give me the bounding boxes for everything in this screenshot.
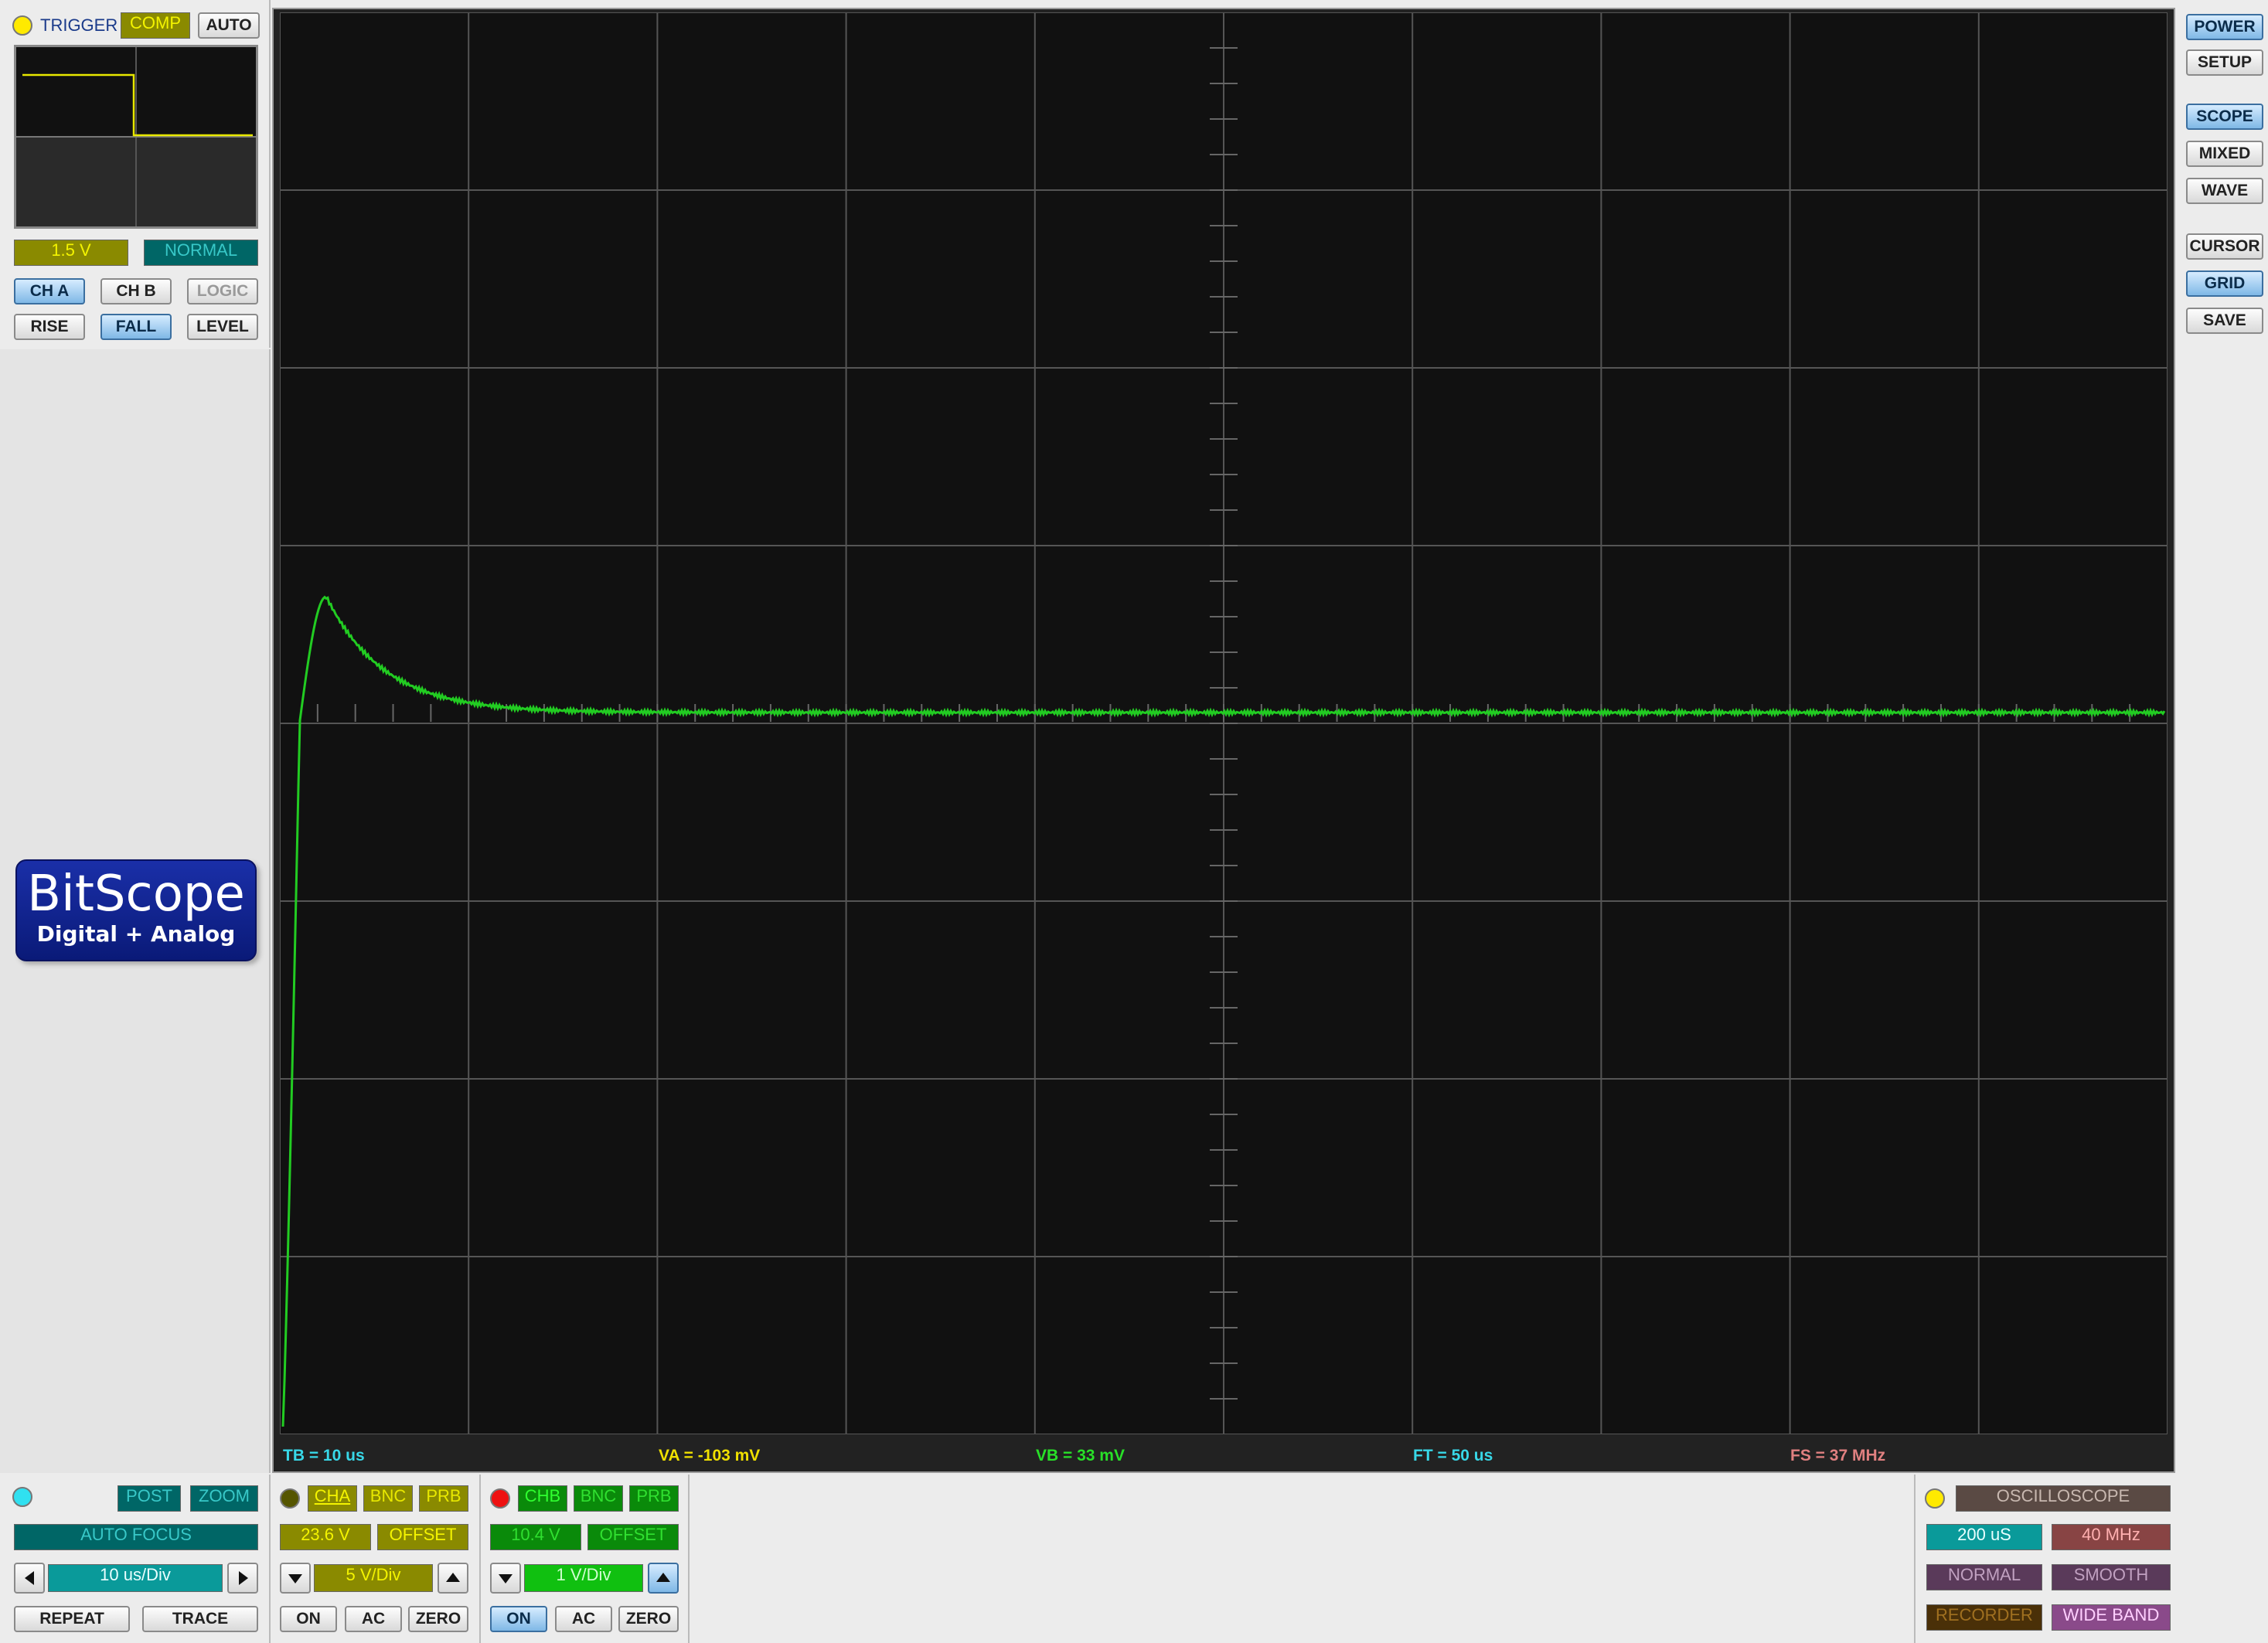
trigger-level-value[interactable]: 1.5 V bbox=[14, 240, 128, 266]
arrow-left-icon bbox=[25, 1571, 34, 1585]
scope-display[interactable]: TB = 10 us VA = -103 mV VB = 33 mV FT = … bbox=[272, 8, 2175, 1473]
mixed-button[interactable]: MIXED bbox=[2186, 141, 2263, 167]
voltage-b-readout: VB = 33 mV bbox=[1036, 1447, 1125, 1464]
channel-b-name[interactable]: CHB bbox=[518, 1485, 567, 1512]
capture-panel: OSCILLOSCOPE 200 uS 40 MHz NORMAL SMOOTH… bbox=[1914, 1475, 2177, 1643]
auto-focus-button[interactable]: AUTO FOCUS bbox=[14, 1524, 258, 1550]
trigger-mode-value[interactable]: NORMAL bbox=[144, 240, 258, 266]
channel-a-scale-down[interactable] bbox=[280, 1563, 311, 1594]
voltage-a-readout: VA = -103 mV bbox=[659, 1447, 761, 1464]
left-side-panel: BitScope Digital + Analog bbox=[0, 349, 271, 1473]
capture-mode[interactable]: OSCILLOSCOPE bbox=[1956, 1485, 2171, 1512]
trigger-title: TRIGGER bbox=[40, 15, 118, 35]
trigger-level-button[interactable]: LEVEL bbox=[187, 314, 258, 340]
timebase-increase-button[interactable] bbox=[227, 1563, 258, 1594]
channel-b-ac-button[interactable]: AC bbox=[555, 1606, 612, 1632]
capture-wide-band[interactable]: WIDE BAND bbox=[2052, 1604, 2171, 1631]
save-button[interactable]: SAVE bbox=[2186, 308, 2263, 334]
logo-title: BitScope bbox=[27, 866, 245, 923]
frequency-time-readout: FT = 50 us bbox=[1413, 1447, 1493, 1464]
channel-a-name[interactable]: CHA bbox=[308, 1485, 357, 1512]
scope-button[interactable]: SCOPE bbox=[2186, 104, 2263, 130]
channel-b-range[interactable]: 10.4 V bbox=[490, 1524, 581, 1550]
channel-b-on-button[interactable]: ON bbox=[490, 1606, 547, 1632]
capture-recorder[interactable]: RECORDER bbox=[1926, 1604, 2042, 1631]
capture-duration[interactable]: 200 uS bbox=[1926, 1524, 2042, 1550]
post-button[interactable]: POST bbox=[117, 1485, 181, 1512]
capture-led bbox=[1925, 1488, 1945, 1509]
channel-a-offset[interactable]: OFFSET bbox=[377, 1524, 468, 1550]
trace-button[interactable]: TRACE bbox=[142, 1606, 258, 1632]
arrow-down-icon bbox=[288, 1574, 302, 1583]
logo-subtitle: Digital + Analog bbox=[36, 921, 236, 947]
arrow-up-icon bbox=[656, 1573, 670, 1582]
sample-rate-readout: FS = 37 MHz bbox=[1790, 1447, 1886, 1464]
channel-a-range[interactable]: 23.6 V bbox=[280, 1524, 371, 1550]
channel-a-led bbox=[280, 1488, 300, 1509]
channel-b-offset[interactable]: OFFSET bbox=[587, 1524, 679, 1550]
trigger-chb-button[interactable]: CH B bbox=[100, 278, 172, 304]
trigger-preview bbox=[14, 45, 258, 229]
wave-button[interactable]: WAVE bbox=[2186, 178, 2263, 204]
cursor-button[interactable]: CURSOR bbox=[2186, 233, 2263, 260]
trigger-logic-button[interactable]: LOGIC bbox=[187, 278, 258, 304]
trigger-preview-graph bbox=[16, 47, 256, 226]
channel-a-panel: CHA BNC PRB 23.6 V OFFSET 5 V/Div ON AC … bbox=[272, 1475, 481, 1643]
arrow-down-icon bbox=[499, 1574, 513, 1583]
timebase-value[interactable]: 10 us/Div bbox=[48, 1564, 223, 1592]
channel-a-scale-up[interactable] bbox=[438, 1563, 468, 1594]
channel-a-ac-button[interactable]: AC bbox=[345, 1606, 402, 1632]
trigger-auto-button[interactable]: AUTO bbox=[198, 12, 260, 39]
arrow-up-icon bbox=[446, 1573, 460, 1582]
channel-a-on-button[interactable]: ON bbox=[280, 1606, 337, 1632]
timebase-panel: POST ZOOM AUTO FOCUS 10 us/Div REPEAT TR… bbox=[0, 1475, 271, 1643]
timebase-led bbox=[12, 1487, 32, 1507]
channel-a-zero-button[interactable]: ZERO bbox=[408, 1606, 468, 1632]
channel-a-scale[interactable]: 5 V/Div bbox=[314, 1564, 433, 1592]
capture-rate[interactable]: 40 MHz bbox=[2052, 1524, 2171, 1550]
scope-graticule bbox=[280, 12, 2168, 1434]
channel-b-scale-up[interactable] bbox=[648, 1563, 679, 1594]
channel-b-zero-button[interactable]: ZERO bbox=[618, 1606, 679, 1632]
trigger-led bbox=[12, 15, 32, 36]
setup-button[interactable]: SETUP bbox=[2186, 49, 2263, 76]
timebase-decrease-button[interactable] bbox=[14, 1563, 45, 1594]
bitscope-logo: BitScope Digital + Analog bbox=[15, 859, 257, 961]
trigger-fall-button[interactable]: FALL bbox=[100, 314, 172, 340]
trigger-rise-button[interactable]: RISE bbox=[14, 314, 85, 340]
right-menu: POWER SETUP SCOPE MIXED WAVE CURSOR GRID… bbox=[2177, 0, 2268, 1473]
capture-smooth[interactable]: SMOOTH bbox=[2052, 1564, 2171, 1590]
trigger-panel: TRIGGER COMP AUTO 1.5 V NORMAL CH A CH B… bbox=[0, 0, 271, 348]
channel-b-scale[interactable]: 1 V/Div bbox=[524, 1564, 643, 1592]
channel-b-scale-down[interactable] bbox=[490, 1563, 521, 1594]
channel-b-panel: CHB BNC PRB 10.4 V OFFSET 1 V/Div ON AC … bbox=[482, 1475, 690, 1643]
power-button[interactable]: POWER bbox=[2186, 14, 2263, 40]
channel-b-bnc[interactable]: BNC bbox=[574, 1485, 623, 1512]
zoom-button[interactable]: ZOOM bbox=[190, 1485, 258, 1512]
timebase-readout: TB = 10 us bbox=[283, 1447, 365, 1464]
channel-b-prb[interactable]: PRB bbox=[629, 1485, 679, 1512]
capture-normal[interactable]: NORMAL bbox=[1926, 1564, 2042, 1590]
trigger-cha-button[interactable]: CH A bbox=[14, 278, 85, 304]
channel-b-led bbox=[490, 1488, 510, 1509]
arrow-right-icon bbox=[239, 1571, 248, 1585]
trigger-comp-button[interactable]: COMP bbox=[121, 12, 190, 39]
grid-button[interactable]: GRID bbox=[2186, 270, 2263, 297]
channel-a-bnc[interactable]: BNC bbox=[363, 1485, 413, 1512]
repeat-button[interactable]: REPEAT bbox=[14, 1606, 130, 1632]
channel-a-prb[interactable]: PRB bbox=[419, 1485, 468, 1512]
